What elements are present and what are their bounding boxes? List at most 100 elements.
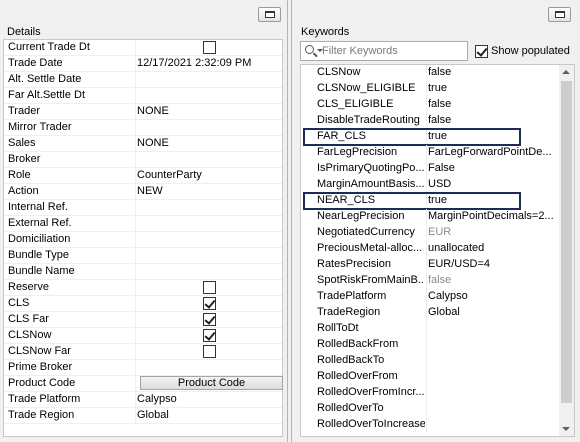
details-restore-button[interactable] xyxy=(258,7,281,22)
keyword-value[interactable]: false xyxy=(428,114,558,126)
detail-row-trade-region[interactable]: Trade Region Global xyxy=(4,408,282,424)
keyword-row[interactable]: PreciousMetal-alloc... unallocated xyxy=(301,241,561,257)
keywords-scrollbar[interactable] xyxy=(559,65,574,436)
detail-row-mirror-trader[interactable]: Mirror Trader xyxy=(4,120,282,136)
keyword-row[interactable]: CLSNow_ELIGIBLE true xyxy=(301,81,561,97)
detail-row-sales[interactable]: Sales NONE xyxy=(4,136,282,152)
column-divider xyxy=(135,360,136,376)
keyword-value[interactable]: true xyxy=(428,82,558,94)
keyword-value[interactable]: unallocated xyxy=(428,242,558,254)
keyword-name: RolledOverTo xyxy=(317,402,384,414)
scroll-up-icon[interactable] xyxy=(562,70,570,74)
detail-value[interactable]: CounterParty xyxy=(137,169,202,181)
keyword-row[interactable]: FarLegPrecision FarLegForwardPointDe... xyxy=(301,145,561,161)
keyword-row[interactable]: DisableTradeRouting false xyxy=(301,113,561,129)
detail-value[interactable]: NONE xyxy=(137,137,169,149)
detail-row-trade-date[interactable]: Trade Date 12/17/2021 2:32:09 PM xyxy=(4,56,282,72)
column-divider xyxy=(135,328,136,344)
keyword-row[interactable]: RolledBackTo xyxy=(301,353,561,369)
detail-row-reserve[interactable]: Reserve xyxy=(4,280,282,296)
detail-row-cls-far[interactable]: CLS Far xyxy=(4,312,282,328)
keyword-name: TradeRegion xyxy=(317,306,381,318)
show-populated-checkbox[interactable] xyxy=(475,45,488,58)
keyword-value[interactable]: EUR/USD=4 xyxy=(428,258,558,270)
detail-row-bundle-type[interactable]: Bundle Type xyxy=(4,248,282,264)
clsnow-checkbox[interactable] xyxy=(203,329,216,342)
detail-value[interactable]: 12/17/2021 2:32:09 PM xyxy=(137,57,251,69)
detail-row-clsnow-far[interactable]: CLSNow Far xyxy=(4,344,282,360)
cls-far-checkbox[interactable] xyxy=(203,313,216,326)
keyword-value[interactable]: MarginPointDecimals=2... xyxy=(428,210,558,222)
detail-label: CLS Far xyxy=(8,313,49,325)
column-divider xyxy=(426,97,427,113)
keyword-row[interactable]: RolledOverFrom xyxy=(301,369,561,385)
keyword-value[interactable]: false xyxy=(428,98,558,110)
keyword-value[interactable]: Global xyxy=(428,306,558,318)
reserve-checkbox[interactable] xyxy=(203,281,216,294)
detail-row-trader[interactable]: Trader NONE xyxy=(4,104,282,120)
keyword-value[interactable]: Calypso xyxy=(428,290,558,302)
product-code-button[interactable]: Product Code xyxy=(140,376,283,390)
keyword-row[interactable]: RolledOverTo xyxy=(301,401,561,417)
detail-row-cls[interactable]: CLS xyxy=(4,296,282,312)
filter-keywords-input[interactable] xyxy=(322,44,462,58)
detail-row-current-trade-dt[interactable]: Current Trade Dt xyxy=(4,40,282,56)
keyword-value[interactable]: FarLegForwardPointDe... xyxy=(428,146,558,158)
column-divider xyxy=(135,120,136,136)
detail-row-alt-settle-date[interactable]: Alt. Settle Date xyxy=(4,72,282,88)
detail-row-domiciliation[interactable]: Domiciliation xyxy=(4,232,282,248)
column-divider xyxy=(426,145,427,161)
clsnow-far-checkbox[interactable] xyxy=(203,345,216,358)
show-populated-label: Show populated xyxy=(491,45,570,57)
keyword-value[interactable]: USD xyxy=(428,178,558,190)
detail-label: CLSNow Far xyxy=(8,345,71,357)
detail-row-clsnow[interactable]: CLSNow xyxy=(4,328,282,344)
keyword-value[interactable]: false xyxy=(428,274,558,286)
keyword-row[interactable]: RolledOverToIncrease xyxy=(301,417,561,433)
search-icon[interactable] xyxy=(305,45,314,54)
keyword-row[interactable]: TradeRegion Global xyxy=(301,305,561,321)
detail-row-product-code[interactable]: Product Code Product Code xyxy=(4,376,283,392)
keyword-row[interactable]: SpotRiskFromMainB... false xyxy=(301,273,561,289)
keyword-row[interactable]: RatesPrecision EUR/USD=4 xyxy=(301,257,561,273)
detail-row-bundle-name[interactable]: Bundle Name xyxy=(4,264,282,280)
column-divider xyxy=(426,113,427,129)
detail-row-trade-platform[interactable]: Trade Platform Calypso xyxy=(4,392,282,408)
detail-value[interactable]: NONE xyxy=(137,105,169,117)
detail-row-role[interactable]: Role CounterParty xyxy=(4,168,282,184)
keyword-row[interactable]: CLS_ELIGIBLE false xyxy=(301,97,561,113)
detail-value[interactable]: Global xyxy=(137,409,169,421)
keywords-restore-button[interactable] xyxy=(548,7,571,22)
detail-value[interactable]: Calypso xyxy=(137,393,177,405)
detail-row-internal-ref[interactable]: Internal Ref. xyxy=(4,200,282,216)
detail-row-external-ref[interactable]: External Ref. xyxy=(4,216,282,232)
keyword-value[interactable]: false xyxy=(428,66,558,78)
keyword-row[interactable]: CLSNow false xyxy=(301,65,561,81)
scroll-thumb[interactable] xyxy=(561,81,572,403)
column-divider xyxy=(426,241,427,257)
keyword-row[interactable]: NearLegPrecision MarginPointDecimals=2... xyxy=(301,209,561,225)
detail-row-far-alt-settle-dt[interactable]: Far Alt.Settle Dt xyxy=(4,88,282,104)
keyword-row[interactable]: MarginAmountBasis... USD xyxy=(301,177,561,193)
keywords-title: Keywords xyxy=(300,26,351,38)
scroll-down-icon[interactable] xyxy=(562,427,570,431)
details-grid: Current Trade Dt Trade Date 12/17/2021 2:3… xyxy=(3,39,283,437)
column-divider xyxy=(135,392,136,408)
filter-keywords-box[interactable] xyxy=(300,41,468,61)
keyword-name: RollToDt xyxy=(317,322,359,334)
keyword-row[interactable]: IsPrimaryQuotingPo... False xyxy=(301,161,561,177)
keyword-value[interactable]: EUR xyxy=(428,226,558,238)
detail-row-prime-broker[interactable]: Prime Broker xyxy=(4,360,282,376)
keyword-row[interactable]: RolledOverFromIncr... xyxy=(301,385,561,401)
cls-checkbox[interactable] xyxy=(203,297,216,310)
keyword-value[interactable]: False xyxy=(428,162,558,174)
detail-row-broker[interactable]: Broker xyxy=(4,152,282,168)
detail-row-action[interactable]: Action NEW xyxy=(4,184,282,200)
keyword-row[interactable]: RollToDt xyxy=(301,321,561,337)
current-trade-dt-checkbox[interactable] xyxy=(203,41,216,54)
keyword-row[interactable]: TradePlatform Calypso xyxy=(301,289,561,305)
keyword-row[interactable]: NegotiatedCurrency EUR xyxy=(301,225,561,241)
detail-value[interactable]: NEW xyxy=(137,185,163,197)
keyword-row[interactable]: RolledBackFrom xyxy=(301,337,561,353)
keyword-name: RolledOverFromIncr... xyxy=(317,386,425,398)
